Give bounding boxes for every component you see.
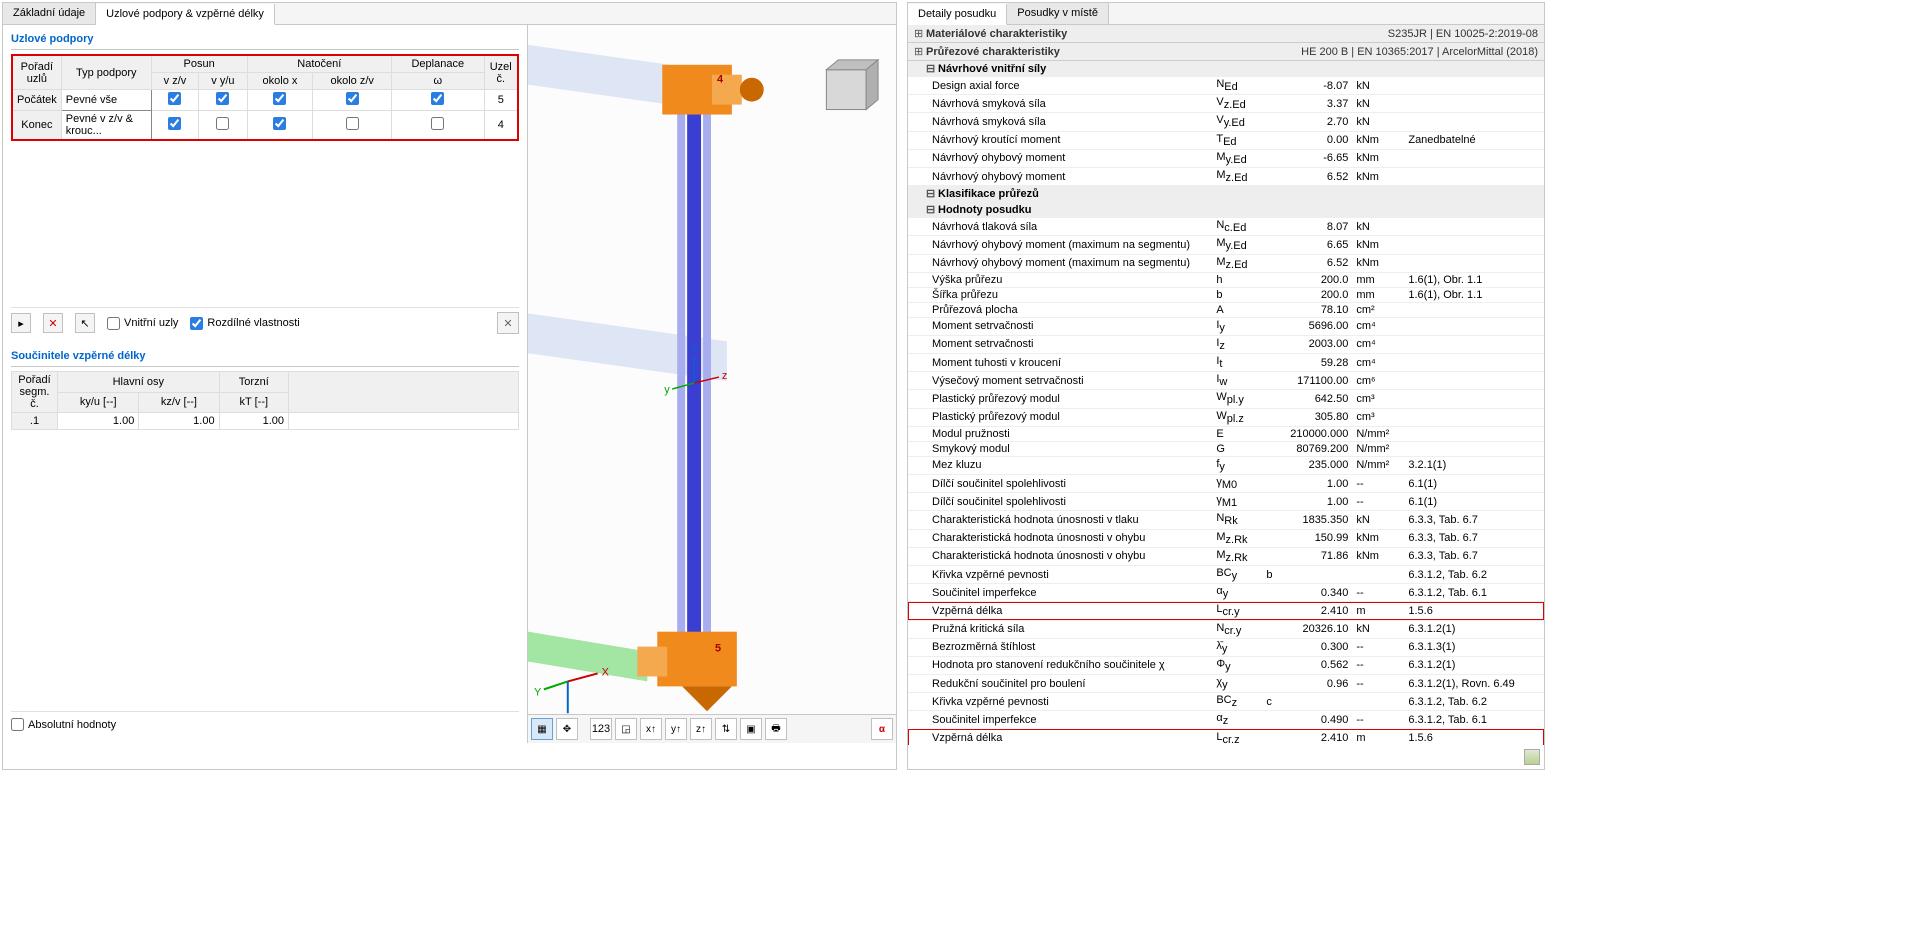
vp-axis-x-icon[interactable]: x↑ <box>640 718 662 740</box>
vp-flip-icon[interactable]: ⇅ <box>715 718 737 740</box>
section-header[interactable]: ⊞ Průřezové charakteristiky HE 200 B | E… <box>908 43 1544 61</box>
expand-icon[interactable]: ⊞ <box>914 45 926 58</box>
vp-axis-y-icon[interactable]: y↑ <box>665 718 687 740</box>
svg-text:5: 5 <box>715 643 721 655</box>
material-header[interactable]: ⊞ Materiálové charakteristiky S235JR | E… <box>908 25 1544 43</box>
add-row-icon[interactable]: ▸ <box>11 313 31 333</box>
viewport-toolbar: ▦ ✥ 123 ◲ x↑ y↑ z↑ ⇅ ▣ 🖶 α <box>528 714 896 743</box>
scene-svg: 4 5 z y x <box>528 25 896 721</box>
tab-local[interactable]: Posudky v místě <box>1007 3 1109 24</box>
inner-nodes-check[interactable]: Vnitřní uzly <box>107 317 178 330</box>
viewport-3d[interactable]: 4 5 z y x <box>528 25 896 743</box>
left-tabs: Základní údaje Uzlové podpory & vzpěrné … <box>3 3 896 25</box>
left-panel: Základní údaje Uzlové podpory & vzpěrné … <box>2 2 897 770</box>
svg-text:x: x <box>691 342 697 354</box>
expand-icon[interactable]: ⊞ <box>914 27 926 40</box>
vp-view-icon[interactable]: ◲ <box>615 718 637 740</box>
tab-supports[interactable]: Uzlové podpory & vzpěrné délky <box>96 4 275 25</box>
nav-cube-icon <box>826 60 878 110</box>
svg-text:4: 4 <box>717 74 724 86</box>
vp-dim-icon[interactable]: 123 <box>590 718 612 740</box>
coef-grid[interactable]: Pořadísegm. č. Hlavní osy Torzní ky/u [-… <box>11 371 519 430</box>
vp-axis-z-icon[interactable]: z↑ <box>690 718 712 740</box>
tab-basic[interactable]: Základní údaje <box>3 3 96 24</box>
supports-title: Uzlové podpory <box>11 31 519 50</box>
svg-text:X: X <box>602 666 610 678</box>
vp-print-icon[interactable]: 🖶 <box>765 718 787 740</box>
supports-grid[interactable]: Pořadíuzlů Typ podpory Posun Natočení De… <box>11 54 519 141</box>
coef-title: Součinitele vzpěrné délky <box>11 348 519 367</box>
status-icon[interactable] <box>1524 749 1540 765</box>
svg-text:z: z <box>722 370 727 382</box>
delete-row-icon[interactable]: ✕ <box>43 313 63 333</box>
vp-ok-icon[interactable]: α <box>871 718 893 740</box>
supports-toolbar: ▸ ✕ ↖ Vnitřní uzly Rozdílné vlastnosti ✕ <box>11 307 519 334</box>
abs-values-check[interactable]: Absolutní hodnoty <box>11 711 519 737</box>
svg-text:Y: Y <box>534 686 542 698</box>
vp-box-icon[interactable]: ▣ <box>740 718 762 740</box>
left-column: Uzlové podpory Pořadíuzlů Typ podpory Po… <box>3 25 528 743</box>
close-icon[interactable]: ✕ <box>497 312 519 334</box>
right-tabs: Detaily posudku Posudky v místě <box>908 3 1544 25</box>
vp-move-icon[interactable]: ✥ <box>556 718 578 740</box>
tab-detail[interactable]: Detaily posudku <box>908 4 1007 25</box>
svg-text:y: y <box>664 384 670 396</box>
vp-select-icon[interactable]: ▦ <box>531 718 553 740</box>
diff-props-check[interactable]: Rozdílné vlastnosti <box>190 317 299 330</box>
results-table[interactable]: ⊟Návrhové vnitřní sílyDesign axial force… <box>908 61 1544 745</box>
pick-node-icon[interactable]: ↖ <box>75 313 95 333</box>
right-panel: Detaily posudku Posudky v místě ⊞ Materi… <box>907 2 1545 770</box>
